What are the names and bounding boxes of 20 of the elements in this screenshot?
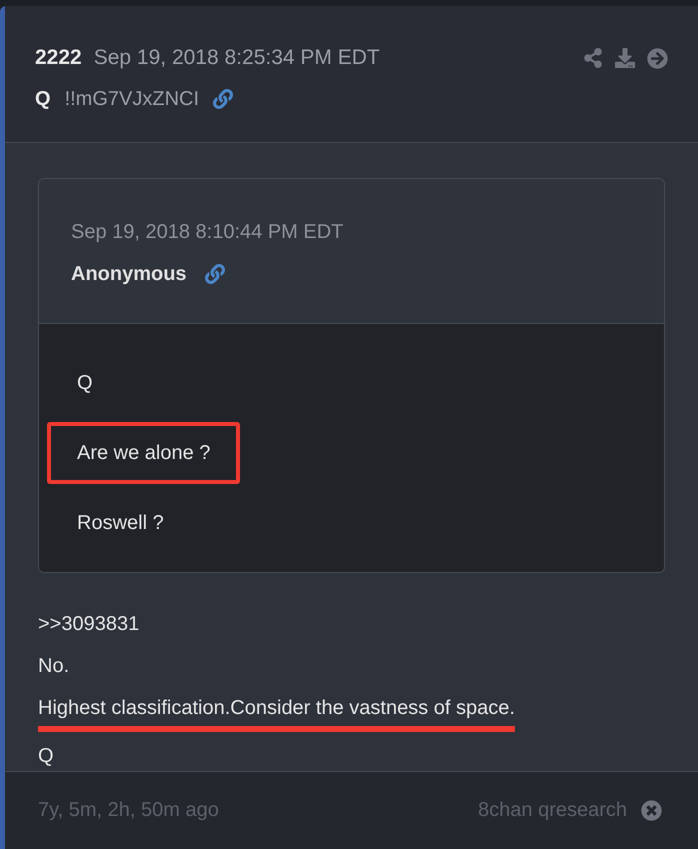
quote-timestamp: Sep 19, 2018 8:10:44 PM EDT (71, 220, 344, 245)
link-icon[interactable] (204, 264, 225, 284)
author-name: Q (35, 86, 51, 112)
quote-line: Q (76, 370, 94, 396)
reply-line: >>3093831 (38, 612, 140, 637)
arrow-right-icon[interactable] (647, 48, 668, 69)
download-icon[interactable] (615, 48, 635, 68)
tripcode: !!mG7VJxZNCI (64, 86, 200, 112)
reply-line: Highest classification.Consider the vastness of space. (38, 696, 516, 721)
post-number: 2222 (35, 45, 82, 71)
quote-line: Roswell ? (76, 510, 165, 536)
source-label: 8chan qresearch (478, 798, 627, 824)
share-icon[interactable] (583, 48, 603, 68)
quote-author: Anonymous (71, 262, 187, 287)
link-icon[interactable] (213, 88, 234, 108)
post-timestamp: Sep 19, 2018 8:25:34 PM EDT (94, 45, 380, 71)
reply-line: No. (38, 654, 70, 679)
post-age: 7y, 5m, 2h, 50m ago (38, 798, 219, 824)
close-icon[interactable] (641, 800, 662, 821)
reply-line: Q (38, 744, 54, 769)
